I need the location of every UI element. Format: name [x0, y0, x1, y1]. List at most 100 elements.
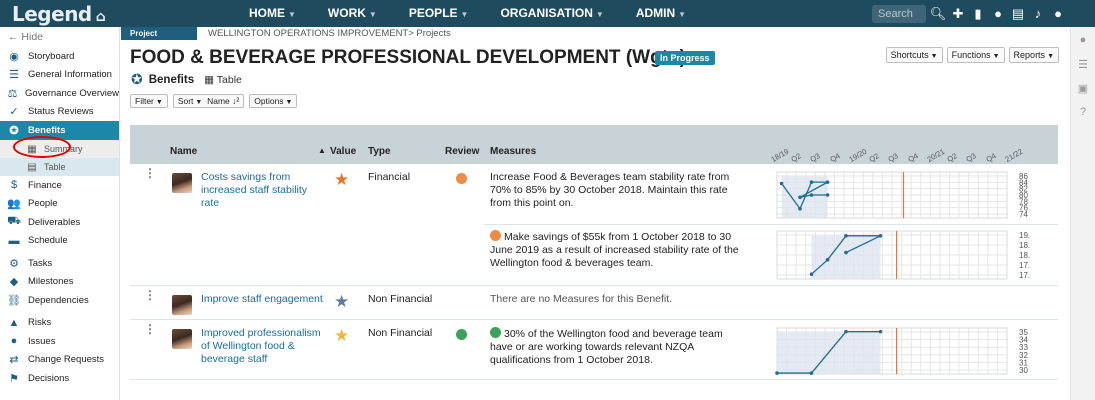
- top-navigation-bar: Legend ⌂ HOME ▼ WORK ▼ PEOPLE ▼ ORGANISATION…: [0, 0, 1095, 27]
- timeline-tick-label: Q3: [964, 151, 978, 164]
- sidebar-item-schedule[interactable]: ▬ Schedule: [0, 232, 119, 251]
- sidebar-item-status-reviews[interactable]: ✓ Status Reviews: [0, 103, 119, 122]
- sidebar-item-finance[interactable]: $ Finance: [0, 176, 119, 195]
- sidebar-menu: ◉ Storyboard ☰ General Information ⚖ Governan…: [0, 47, 119, 388]
- list-icon[interactable]: ☰: [1071, 53, 1095, 75]
- nav-organisation[interactable]: ORGANISATION ▼: [484, 0, 619, 27]
- search-icon[interactable]: 🔍︎: [928, 0, 948, 27]
- measure-divider: [484, 224, 1058, 225]
- chart-point: [878, 234, 883, 238]
- bell-icon[interactable]: ♪: [1028, 0, 1048, 27]
- shortcuts-button[interactable]: Shortcuts ▼: [885, 47, 943, 63]
- app-logo[interactable]: Legend ⌂: [12, 2, 106, 26]
- project-tab[interactable]: Project: [121, 27, 197, 40]
- sidebar-item-label: Deliverables: [28, 216, 81, 228]
- table-row[interactable]: ⋮ Improve staff engagement ★ Non Financi…: [130, 286, 1058, 320]
- measure-text: 30% of the Wellington food and beverage …: [490, 327, 723, 366]
- options-button[interactable]: Options ▼: [249, 94, 298, 108]
- document-icon[interactable]: ▤: [1008, 0, 1028, 27]
- storyboard-icon: ◉: [9, 50, 19, 63]
- sidebar-item-issues[interactable]: ● Issues: [0, 332, 119, 351]
- reports-button[interactable]: Reports ▼: [1008, 47, 1059, 63]
- row-menu-icon[interactable]: ⋮: [144, 167, 156, 179]
- filter-button[interactable]: Filter ▼: [130, 94, 168, 108]
- avatar: [172, 295, 192, 315]
- column-header-measures[interactable]: Measures: [490, 146, 536, 157]
- truck-icon: ⛟: [7, 215, 21, 228]
- sort-asc-icon[interactable]: ▲: [318, 146, 326, 155]
- table-toolbar: Filter ▼ Sort ▼ Name ↓² Options ▼: [130, 94, 298, 108]
- milestone-icon: ◆: [9, 276, 19, 289]
- sidebar-item-label: Change Requests: [28, 354, 105, 366]
- sidebar-item-tasks[interactable]: ⚙ Tasks: [0, 254, 119, 273]
- search-input[interactable]: [872, 5, 926, 23]
- issue-icon: ●: [10, 335, 18, 348]
- help-icon[interactable]: ?: [1071, 101, 1095, 123]
- measure-text: There are no Measures for this Benefit.: [490, 293, 673, 305]
- functions-button[interactable]: Functions ▼: [946, 47, 1005, 63]
- home-icon[interactable]: ⌂: [96, 9, 106, 25]
- sidebar-item-deliverables[interactable]: ⛟ Deliverables: [0, 213, 119, 232]
- right-sidebar: ● ☰ ▣ ?: [1070, 27, 1095, 400]
- sidebar-item-label: Decisions: [28, 372, 70, 384]
- breadcrumb[interactable]: WELLINGTON OPERATIONS IMPROVEMENT> Proje…: [208, 27, 451, 40]
- sidebar-item-benefits[interactable]: ✪ Benefits: [0, 121, 119, 140]
- benefits-icon: ✪: [9, 125, 19, 137]
- chevron-down-icon: ▼: [285, 99, 293, 106]
- chart-point: [878, 329, 883, 334]
- sidebar-item-label: Dependencies: [28, 294, 89, 306]
- benefit-name-link[interactable]: Costs savings from increased staff stabi…: [201, 171, 326, 210]
- benefit-type: Non Financial: [368, 327, 433, 339]
- avatar: [172, 329, 192, 349]
- chart-point: [825, 193, 830, 197]
- row-menu-icon[interactable]: ⋮: [144, 323, 156, 335]
- nav-work[interactable]: WORK ▼: [312, 0, 393, 27]
- bookmark-icon[interactable]: ▮: [968, 0, 988, 27]
- review-status-dot: [456, 173, 467, 184]
- nav-admin[interactable]: ADMIN ▼: [620, 0, 702, 27]
- timeline-tick-label: Q2: [945, 151, 959, 164]
- comment-icon[interactable]: ●: [1071, 29, 1095, 51]
- chart-point: [809, 180, 814, 184]
- sidebar-item-milestones[interactable]: ◆ Milestones: [0, 273, 119, 292]
- sidebar-item-label: Governance Overview: [25, 87, 119, 99]
- sidebar-item-general-information[interactable]: ☰ General Information: [0, 66, 119, 85]
- chat-icon[interactable]: ●: [988, 0, 1008, 27]
- column-header-type[interactable]: Type: [368, 146, 391, 157]
- measure-status-dot: [490, 327, 501, 338]
- sidebar-item-change-requests[interactable]: ⇄ Change Requests: [0, 351, 119, 370]
- timeline-tick-label: 19/20: [847, 146, 869, 164]
- chart-y-tick-label: 17.5: [1019, 261, 1030, 270]
- sidebar-item-people[interactable]: 👥 People: [0, 195, 119, 214]
- sidebar-item-risks[interactable]: ▲ Risks: [0, 314, 119, 333]
- benefit-name-link[interactable]: Improve staff engagement: [201, 293, 326, 306]
- sort-button[interactable]: Sort ▼ Name ↓²: [172, 94, 245, 108]
- benefit-name-link[interactable]: Improved professionalism of Wellington f…: [201, 327, 326, 366]
- table-row[interactable]: ⋮ Costs savings from increased staff sta…: [130, 164, 1058, 286]
- table-row[interactable]: ⋮ Improved professionalism of Wellington…: [130, 320, 1058, 380]
- plus-icon[interactable]: ✚: [948, 0, 968, 27]
- chart-target-area: [811, 235, 881, 279]
- sidebar-item-dependencies[interactable]: ⛓ Dependencies: [0, 291, 119, 310]
- chart-point: [844, 329, 848, 334]
- user-icon[interactable]: ●: [1048, 0, 1068, 27]
- column-header-value[interactable]: Value: [330, 146, 356, 157]
- column-header-name[interactable]: Name: [170, 146, 197, 157]
- sidebar-item-table[interactable]: ▤ Table: [0, 158, 119, 176]
- hide-sidebar-button[interactable]: ← Hide: [0, 27, 119, 47]
- chevron-down-icon: ▼: [195, 99, 203, 106]
- chart-point: [825, 180, 830, 184]
- nav-home[interactable]: HOME ▼: [233, 0, 312, 27]
- sidebar-item-governance-overview[interactable]: ⚖ Governance Overview: [0, 84, 119, 103]
- sidebar-item-decisions[interactable]: ⚑ Decisions: [0, 369, 119, 388]
- sort-order-icon: ↓²: [232, 96, 240, 106]
- lock-icon[interactable]: ▣: [1071, 77, 1095, 99]
- sidebar-item-storyboard[interactable]: ◉ Storyboard: [0, 47, 119, 66]
- nav-people[interactable]: PEOPLE ▼: [393, 0, 485, 27]
- row-menu-icon[interactable]: ⋮: [144, 289, 156, 301]
- column-header-review[interactable]: Review: [445, 146, 479, 157]
- chart-y-tick-label: 19.0: [1019, 231, 1030, 240]
- benefits-table: Name ▲ Value Type Review Measures 18/19 Q…: [130, 125, 1058, 400]
- warning-icon: ▲: [8, 316, 20, 329]
- chart-y-tick-label: 74: [1019, 210, 1028, 219]
